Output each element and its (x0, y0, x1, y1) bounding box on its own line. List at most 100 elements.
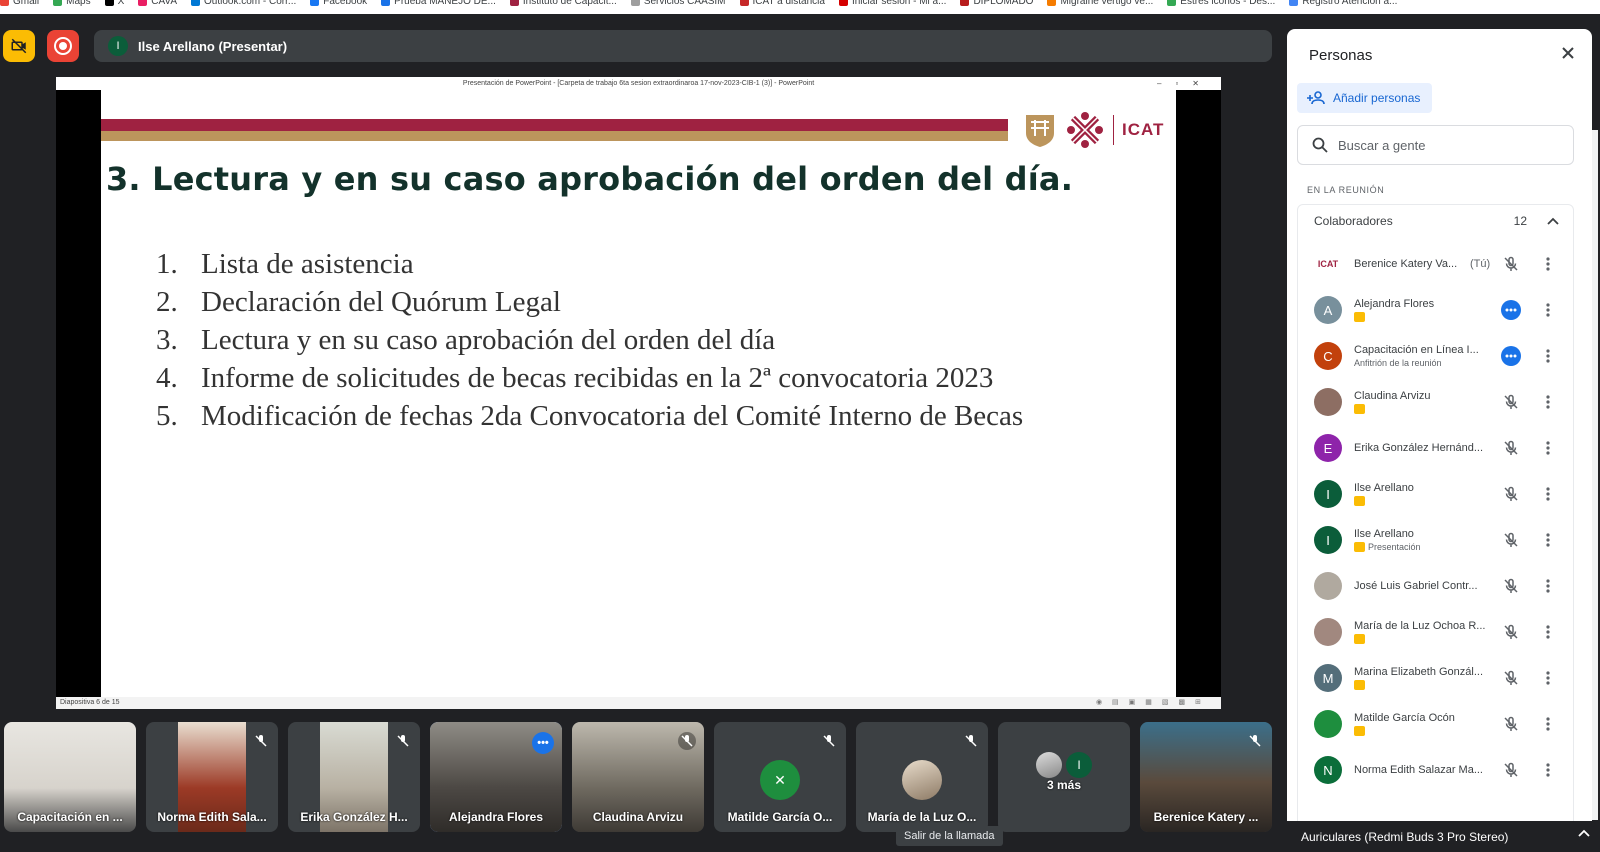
participant-tile-active[interactable]: ••• Alejandra Flores (430, 722, 562, 832)
more-options-icon[interactable] (1538, 622, 1558, 642)
participant-row[interactable]: E Erika González Hernánd... (1298, 425, 1575, 471)
participant-tile[interactable]: Berenice Katery ... (1140, 722, 1272, 832)
bookmark-item[interactable]: Iniciar sesión - Mi a... (838, 0, 946, 7)
more-options-icon[interactable] (1538, 668, 1558, 688)
mic-off-icon (962, 732, 980, 750)
group-count: 12 (1513, 214, 1527, 228)
speaking-indicator-icon[interactable] (1501, 346, 1521, 366)
more-options-icon[interactable] (1538, 300, 1558, 320)
bookmark-item[interactable]: Facebook (310, 0, 367, 7)
participant-name: Ilse Arellano (1354, 528, 1414, 540)
camera-off-button[interactable] (3, 30, 35, 62)
add-people-button[interactable]: Añadir personas (1297, 83, 1433, 113)
participant-name: Norma Edith Sala... (157, 810, 267, 824)
more-options-icon[interactable] (1538, 760, 1558, 780)
mic-off-icon[interactable] (1501, 392, 1521, 412)
more-options-icon[interactable] (1538, 254, 1558, 274)
mic-off-icon[interactable] (1501, 576, 1521, 596)
mic-off-icon[interactable] (1501, 714, 1521, 734)
slide-stripe-gold (101, 131, 1008, 141)
participant-tile[interactable]: Capacitación en ... (4, 722, 136, 832)
mic-off-icon[interactable] (1501, 668, 1521, 688)
section-label: EN LA REUNIÓN (1307, 185, 1385, 195)
participant-row[interactable]: Matilde García Ocón (1298, 701, 1575, 747)
more-options-icon[interactable] (1538, 530, 1558, 550)
participant-tile[interactable]: Norma Edith Sala... (146, 722, 278, 832)
participant-row[interactable]: María de la Luz Ochoa R... (1298, 609, 1575, 655)
participant-row[interactable]: I Ilse Arellano (1298, 471, 1575, 517)
bookmark-item[interactable]: Servicios CAASIM (630, 0, 726, 7)
more-options-icon[interactable] (1538, 392, 1558, 412)
participant-name: Matilde García O... (727, 810, 833, 824)
bookmark-item[interactable]: ICAT a distancia (739, 0, 825, 7)
bookmark-item[interactable]: X (104, 0, 124, 7)
participant-name: Erika González H... (300, 810, 408, 824)
bookmark-item[interactable]: Instituto de Capacit... (509, 0, 617, 7)
close-icon[interactable] (1560, 45, 1576, 66)
shared-presentation: Presentación de PowerPoint - [Carpeta de… (56, 77, 1221, 709)
bookmark-item[interactable]: DIPLOMADO (960, 0, 1033, 7)
record-button[interactable] (47, 30, 79, 62)
participant-tile[interactable]: Claudina Arvizu (572, 722, 704, 832)
mic-off-icon (252, 732, 270, 750)
agenda-item: 2. Declaración del Quórum Legal (156, 286, 1023, 324)
more-options-icon[interactable] (1538, 714, 1558, 734)
presenting-badge-icon (1354, 404, 1365, 414)
bookmark-item[interactable]: Estres iconos - Des... (1167, 0, 1275, 7)
bookmark-item[interactable]: Outlook.com - Corr... (191, 0, 296, 7)
participant-avatar: N (1314, 756, 1342, 784)
agenda-number: 4. (156, 362, 178, 394)
participant-row[interactable]: C Capacitación en Línea I... Anfitrión de … (1298, 333, 1575, 379)
agenda-text: Informe de solicitudes de becas recibida… (201, 362, 994, 394)
participant-row[interactable]: M Marina Elizabeth Gonzál... (1298, 655, 1575, 701)
more-options-icon[interactable] (1538, 438, 1558, 458)
bookmark-item[interactable]: Maps (53, 0, 91, 7)
search-field[interactable]: Buscar a gente (1297, 125, 1574, 165)
participant-avatar: E (1314, 434, 1342, 462)
participant-row[interactable]: N Norma Edith Salazar Ma... (1298, 747, 1575, 793)
participant-name: Capacitación en ... (17, 810, 123, 824)
more-options-icon[interactable] (1538, 346, 1558, 366)
participant-row[interactable]: I Ilse Arellano Presentación (1298, 517, 1575, 563)
audio-device-bar[interactable]: Auriculares (Redmi Buds 3 Pro Stereo) (1287, 821, 1600, 852)
add-person-icon (1307, 91, 1325, 105)
participant-name: Claudina Arvizu (1354, 390, 1431, 402)
participant-role: Anfitrión de la reunión (1354, 358, 1442, 368)
presenter-bar[interactable]: I Ilse Arellano (Presentar) (94, 30, 1272, 62)
participant-row[interactable]: A Alejandra Flores (1298, 287, 1575, 333)
more-options-icon[interactable] (1538, 576, 1558, 596)
panel-scrollbar[interactable] (1592, 130, 1598, 820)
participant-tile[interactable]: Erika González H... (288, 722, 420, 832)
speaking-indicator-icon[interactable] (1501, 300, 1521, 320)
bookmark-favicon-icon (381, 0, 391, 6)
slide: ICAT 3. Lectura y en su caso aprobación … (101, 90, 1176, 697)
bookmark-favicon-icon (1167, 0, 1177, 6)
participant-row[interactable]: Claudina Arvizu (1298, 379, 1575, 425)
presenting-badge-icon (1354, 726, 1365, 736)
participant-name: María de la Luz Ochoa R... (1354, 620, 1486, 632)
bookmark-item[interactable]: CAVA (138, 0, 177, 7)
agenda-item: 4. Informe de solicitudes de becas recibi… (156, 362, 1023, 400)
mic-off-icon[interactable] (1501, 760, 1521, 780)
participant-row[interactable]: José Luis Gabriel Contr... (1298, 563, 1575, 609)
government-shield-logo (1026, 115, 1054, 147)
mic-off-icon[interactable] (1501, 254, 1521, 274)
mic-off-icon[interactable] (1501, 530, 1521, 550)
participant-tile[interactable]: ✕ Matilde García O... (714, 722, 846, 832)
mic-off-icon[interactable] (1501, 622, 1521, 642)
bookmark-item[interactable]: Prueba MANEJO DE... (381, 0, 496, 7)
bookmark-item[interactable]: Registro Atención a... (1289, 0, 1397, 7)
bookmark-item[interactable]: Migraine vertigo ve... (1047, 0, 1153, 7)
participant-row[interactable]: ICAT Berenice Katery Va... (Tú) (1298, 241, 1575, 287)
presenting-badge-icon (1354, 680, 1365, 690)
collaborators-header[interactable]: Colaboradores 12 (1298, 205, 1573, 237)
bookmark-item[interactable]: Gmail (0, 0, 39, 7)
mic-off-icon[interactable] (1501, 438, 1521, 458)
more-participants-tile[interactable]: I 3 más (998, 722, 1130, 832)
more-options-icon[interactable] (1538, 484, 1558, 504)
participant-info: Marina Elizabeth Gonzál... (1354, 666, 1489, 690)
mic-off-icon[interactable] (1501, 484, 1521, 504)
avatar-initial: I (1066, 752, 1092, 778)
participant-tile[interactable]: María de la Luz O... (856, 722, 988, 832)
participant-avatar: M (1314, 664, 1342, 692)
